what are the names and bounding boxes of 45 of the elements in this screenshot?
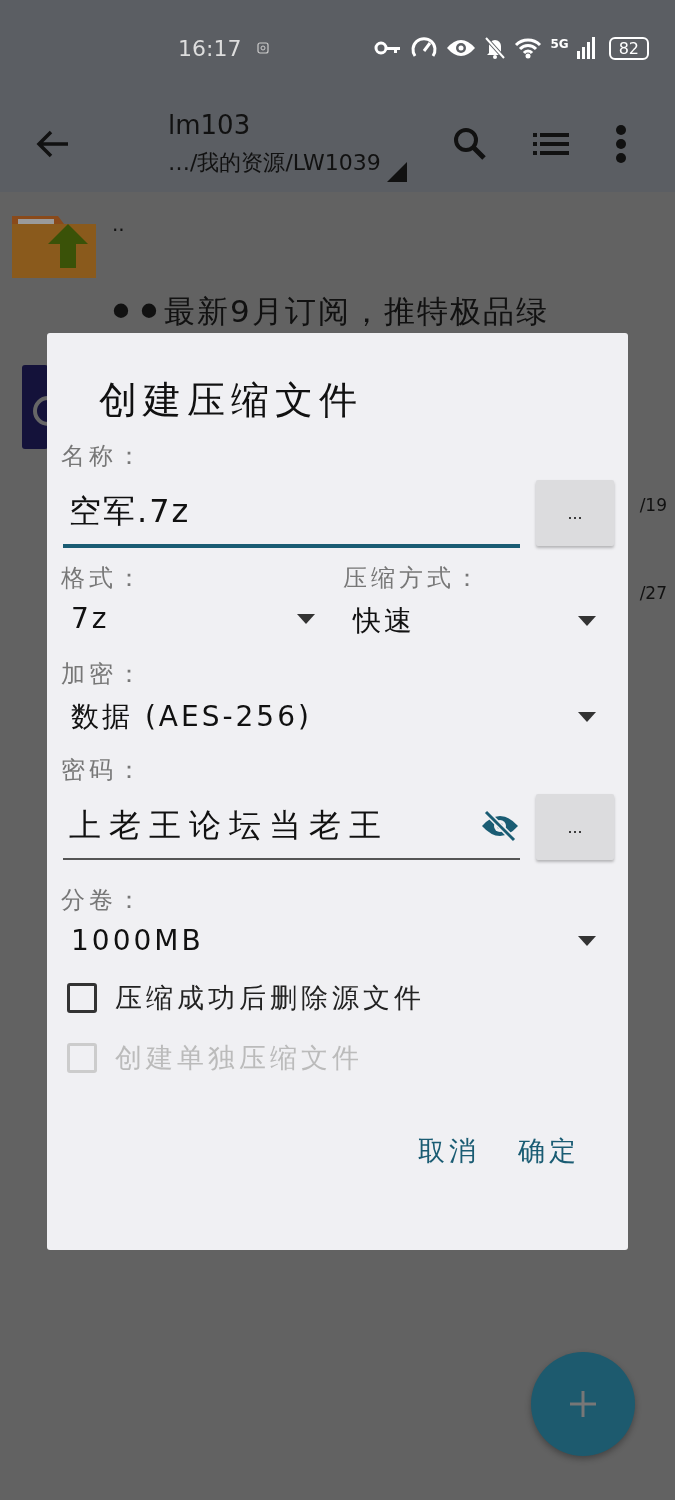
caret-icon [578,616,596,626]
field-label: 名称： [61,441,145,472]
file-date: /19 [639,495,667,515]
name-input-field[interactable]: 空军.7z [63,480,520,548]
battery-indicator: 82 [608,36,649,60]
dialog-title: 创建压缩文件 [99,377,363,424]
browse-button[interactable]: ... [536,794,614,860]
field-label: 密码： [61,755,145,786]
shield-icon [257,42,270,54]
back-arrow-icon[interactable] [36,130,70,158]
dialog-button[interactable]: 确定 [512,1125,586,1177]
more-options-icon[interactable] [614,125,627,163]
checkbox[interactable] [67,983,97,1013]
field-label: 格式： [61,563,145,594]
browse-button[interactable]: ... [536,480,614,546]
network-type: 5G [550,37,569,51]
caret-icon [578,935,596,946]
password-input-field[interactable]: 上老王论坛当老王 [63,796,520,860]
eye-icon [446,38,477,58]
method-dropdown[interactable]: 快速 [342,596,614,644]
wifi-icon [514,37,543,59]
split-dropdown[interactable]: 1000MB [61,918,614,961]
file-date: /27 [639,583,667,603]
checkbox-label: 压缩成功后删除源文件 [115,981,425,1015]
encryption-dropdown[interactable]: 数据 (AES-256) [61,692,614,740]
search-icon[interactable] [452,127,487,161]
dialog-button[interactable]: 取消 [412,1125,486,1177]
field-label: 加密： [61,659,145,690]
caret-icon [296,613,315,624]
field-label: 分卷： [61,885,145,916]
format-dropdown[interactable]: 7z [61,596,333,639]
muted-bell-icon [484,36,507,60]
dropdown-corner-icon[interactable] [386,162,407,182]
eye-slash-icon[interactable] [480,810,520,842]
status-time: 16:17 [178,35,242,61]
folder-title: lm103 [168,110,252,140]
list-view-icon[interactable] [532,133,569,155]
checkbox-label: 创建单独压缩文件 [115,1041,363,1075]
key-icon [374,40,403,56]
caret-icon [578,712,596,722]
app-thumbnail-icon [22,365,48,449]
field-label: 压缩方式： [342,563,483,594]
signal-icon [576,37,595,59]
plus-icon [569,1390,597,1418]
password-text: 上老王论坛当老王 [69,805,389,846]
